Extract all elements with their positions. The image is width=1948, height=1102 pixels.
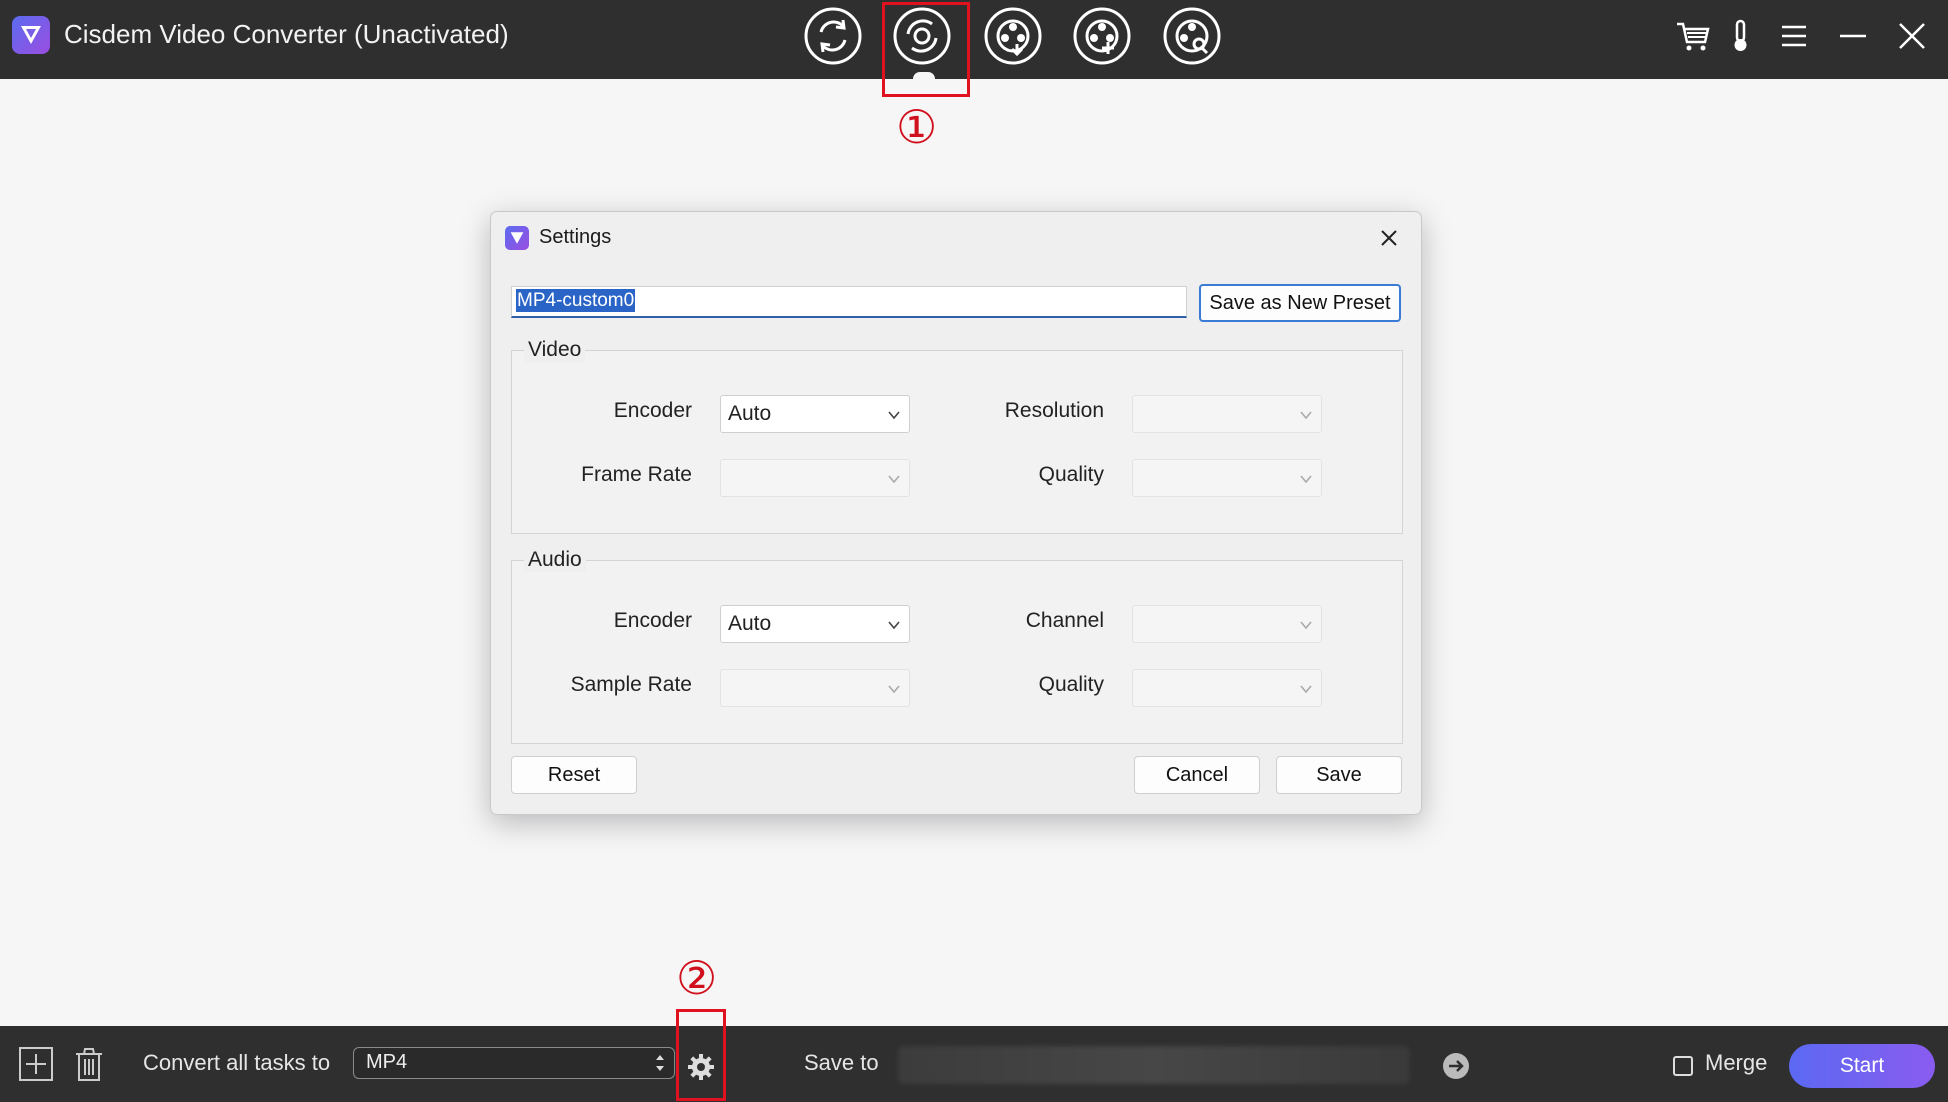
bottom-bar: Convert all tasks to MP4 Save to Merge S… xyxy=(0,1026,1948,1102)
open-folder-arrow-icon[interactable] xyxy=(1441,1051,1471,1081)
annotation-number-2: ② xyxy=(676,952,718,1004)
video-group-label: Video xyxy=(524,338,586,362)
video-group: Video Encoder Auto Resolution Frame Rate… xyxy=(511,338,1403,534)
convert-all-label: Convert all tasks to xyxy=(143,1050,331,1075)
channel-label: Channel xyxy=(1025,609,1104,632)
sample-rate-label: Sample Rate xyxy=(570,673,692,696)
video-quality-select[interactable] xyxy=(1132,459,1322,497)
close-icon[interactable] xyxy=(1375,224,1403,252)
output-format-value: MP4 xyxy=(366,1051,408,1073)
close-window-icon[interactable] xyxy=(1892,16,1932,56)
frame-rate-select[interactable] xyxy=(720,459,910,497)
merge-checkbox[interactable] xyxy=(1673,1056,1693,1076)
save-button[interactable]: Save xyxy=(1276,756,1402,794)
audio-quality-select[interactable] xyxy=(1132,669,1322,707)
chevron-down-icon xyxy=(1300,685,1312,694)
save-to-label: Save to xyxy=(804,1050,879,1075)
thermometer-icon[interactable] xyxy=(1720,16,1760,56)
audio-group: Audio Encoder Auto Channel Sample Rate Q… xyxy=(511,548,1403,744)
chevron-down-icon xyxy=(888,621,900,630)
menu-icon[interactable] xyxy=(1774,16,1814,56)
cart-icon[interactable] xyxy=(1673,16,1713,56)
video-encoder-select[interactable]: Auto xyxy=(720,395,910,433)
resolution-select[interactable] xyxy=(1132,395,1322,433)
channel-select[interactable] xyxy=(1132,605,1322,643)
audio-encoder-value: Auto xyxy=(728,612,772,635)
chevron-down-icon xyxy=(888,475,900,484)
video-encoder-value: Auto xyxy=(728,402,772,425)
download-icon[interactable] xyxy=(983,6,1043,66)
cancel-button[interactable]: Cancel xyxy=(1134,756,1260,794)
chevron-down-icon xyxy=(1300,621,1312,630)
minimize-icon[interactable] xyxy=(1833,16,1873,56)
trash-icon[interactable] xyxy=(70,1045,108,1083)
app-title: Cisdem Video Converter (Unactivated) xyxy=(64,19,509,49)
annotation-number-1: ① xyxy=(896,101,938,153)
video-encoder-label: Encoder xyxy=(613,399,692,422)
preset-name-selected-text: MP4-custom0 xyxy=(516,289,636,312)
compress-icon[interactable] xyxy=(1162,6,1222,66)
title-bar: Cisdem Video Converter (Unactivated) xyxy=(0,0,1948,79)
save-to-path-field[interactable] xyxy=(898,1046,1410,1084)
chevron-down-icon xyxy=(1300,475,1312,484)
dialog-title: Settings xyxy=(539,226,612,248)
app-logo-icon xyxy=(12,16,50,54)
merge-label: Merge xyxy=(1705,1050,1768,1075)
start-button[interactable]: Start xyxy=(1789,1044,1935,1088)
output-format-select[interactable]: MP4 xyxy=(353,1047,675,1079)
sample-rate-select[interactable] xyxy=(720,669,910,707)
chevron-down-icon xyxy=(888,685,900,694)
dialog-logo-icon xyxy=(505,226,529,250)
burn-icon[interactable] xyxy=(1072,6,1132,66)
frame-rate-label: Frame Rate xyxy=(581,463,692,486)
chevron-down-icon xyxy=(888,411,900,420)
video-quality-label: Quality xyxy=(1038,463,1104,486)
resolution-label: Resolution xyxy=(1004,399,1104,422)
updown-arrow-icon xyxy=(656,1055,664,1071)
audio-encoder-label: Encoder xyxy=(613,609,692,632)
chevron-down-icon xyxy=(1300,411,1312,420)
audio-encoder-select[interactable]: Auto xyxy=(720,605,910,643)
audio-quality-label: Quality xyxy=(1038,673,1104,696)
reset-button[interactable]: Reset xyxy=(511,756,637,794)
audio-group-label: Audio xyxy=(524,548,586,572)
preset-name-input[interactable]: MP4-custom0 xyxy=(511,286,1187,318)
annotation-box-2 xyxy=(676,1009,726,1101)
annotation-box-1 xyxy=(882,2,970,97)
settings-dialog: Settings MP4-custom0 Save as New Preset … xyxy=(490,211,1422,815)
save-as-new-preset-button[interactable]: Save as New Preset xyxy=(1199,284,1401,322)
convert-icon[interactable] xyxy=(803,6,863,66)
add-file-icon[interactable] xyxy=(17,1045,55,1083)
